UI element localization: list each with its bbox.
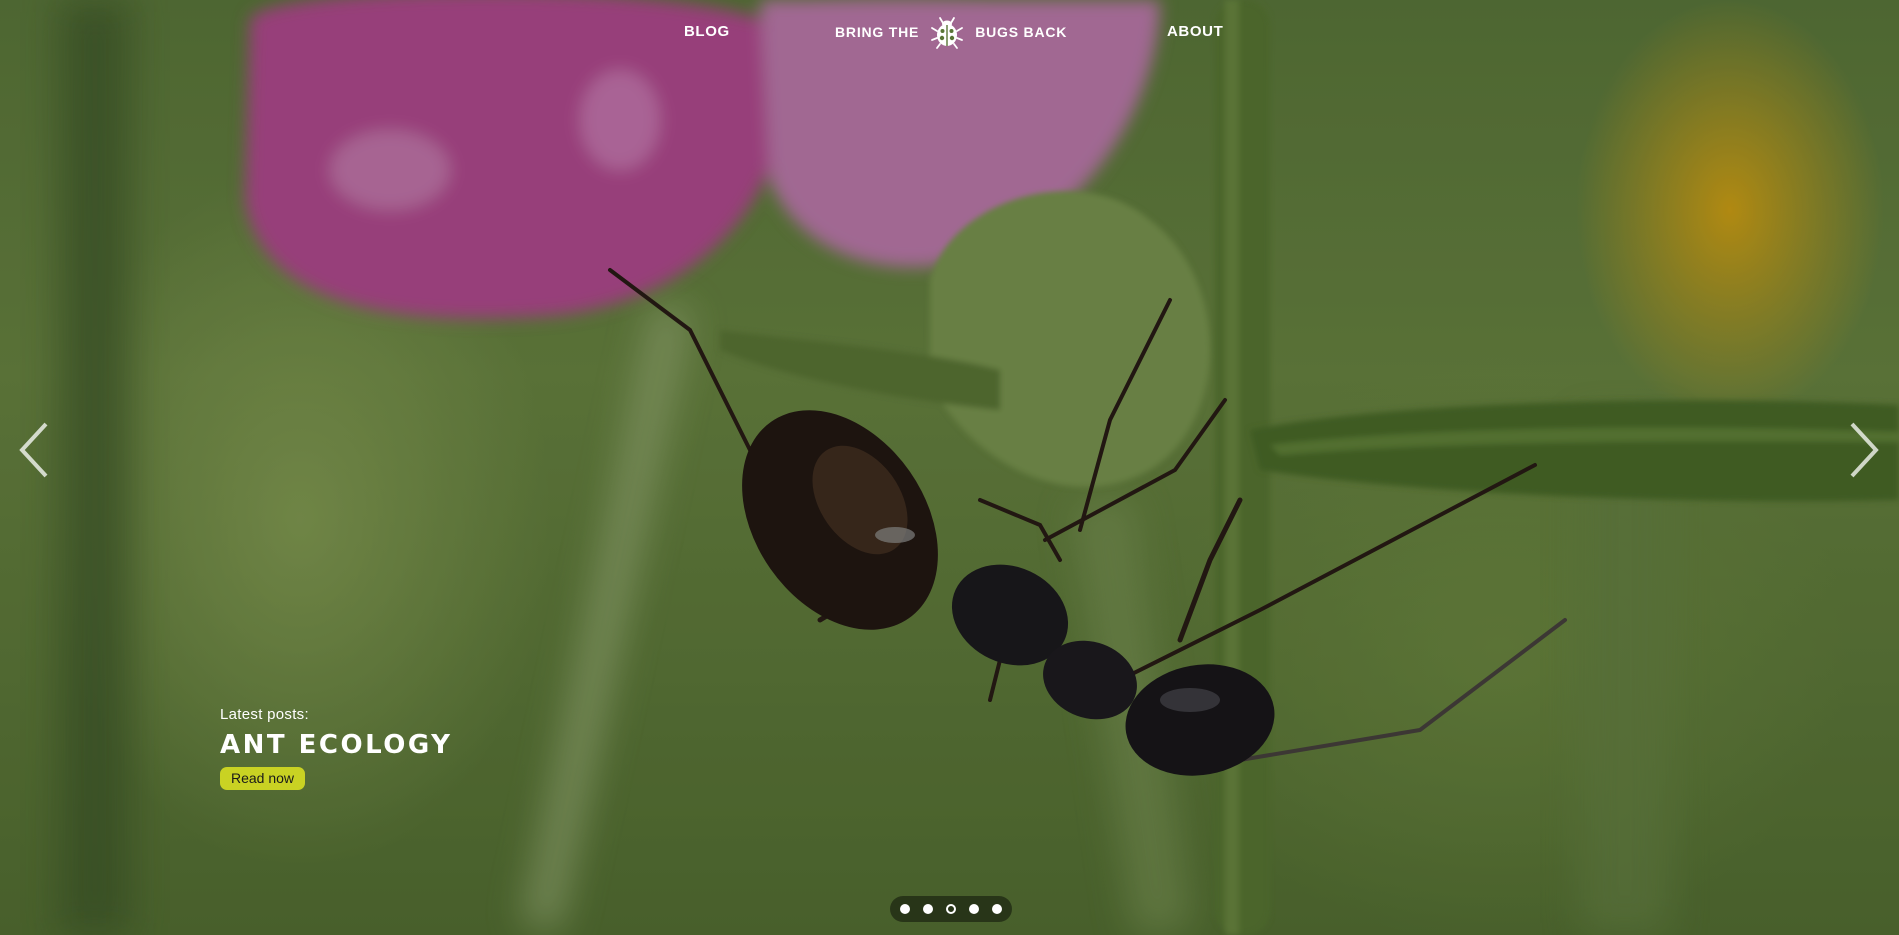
brand-text-left: BRING THE [835, 24, 920, 40]
read-now-button[interactable]: Read now [220, 767, 306, 790]
hero-carousel: BLOG BRING THE BUGS BACK ABOUT Latest po… [0, 0, 1899, 935]
carousel-indicator-dot[interactable] [923, 904, 933, 914]
carousel-prev-button[interactable] [16, 420, 56, 480]
caption-title: ANT ECOLOGY [220, 730, 453, 760]
nav-blog-link[interactable]: BLOG [684, 23, 730, 40]
chevron-right-icon [1850, 422, 1879, 478]
carousel-indicators [890, 896, 1012, 922]
chevron-left-icon [19, 422, 48, 478]
brand-logo-link[interactable]: BRING THE BUGS BACK [835, 14, 1067, 50]
caption-eyebrow: Latest posts: [220, 706, 309, 723]
brand-text-right: BUGS BACK [975, 24, 1068, 40]
hero-overlay [0, 0, 1899, 935]
carousel-next-button[interactable] [1842, 420, 1882, 480]
carousel-indicator-dot[interactable] [969, 904, 979, 914]
slide-caption: Latest posts: ANT ECOLOGY Read now [220, 706, 452, 790]
carousel-indicator-dot[interactable] [900, 904, 910, 914]
nav-about-link[interactable]: ABOUT [1167, 23, 1223, 40]
carousel-indicator-dot[interactable] [946, 904, 956, 914]
ladybug-icon [931, 17, 964, 49]
carousel-indicator-dot[interactable] [992, 904, 1002, 914]
